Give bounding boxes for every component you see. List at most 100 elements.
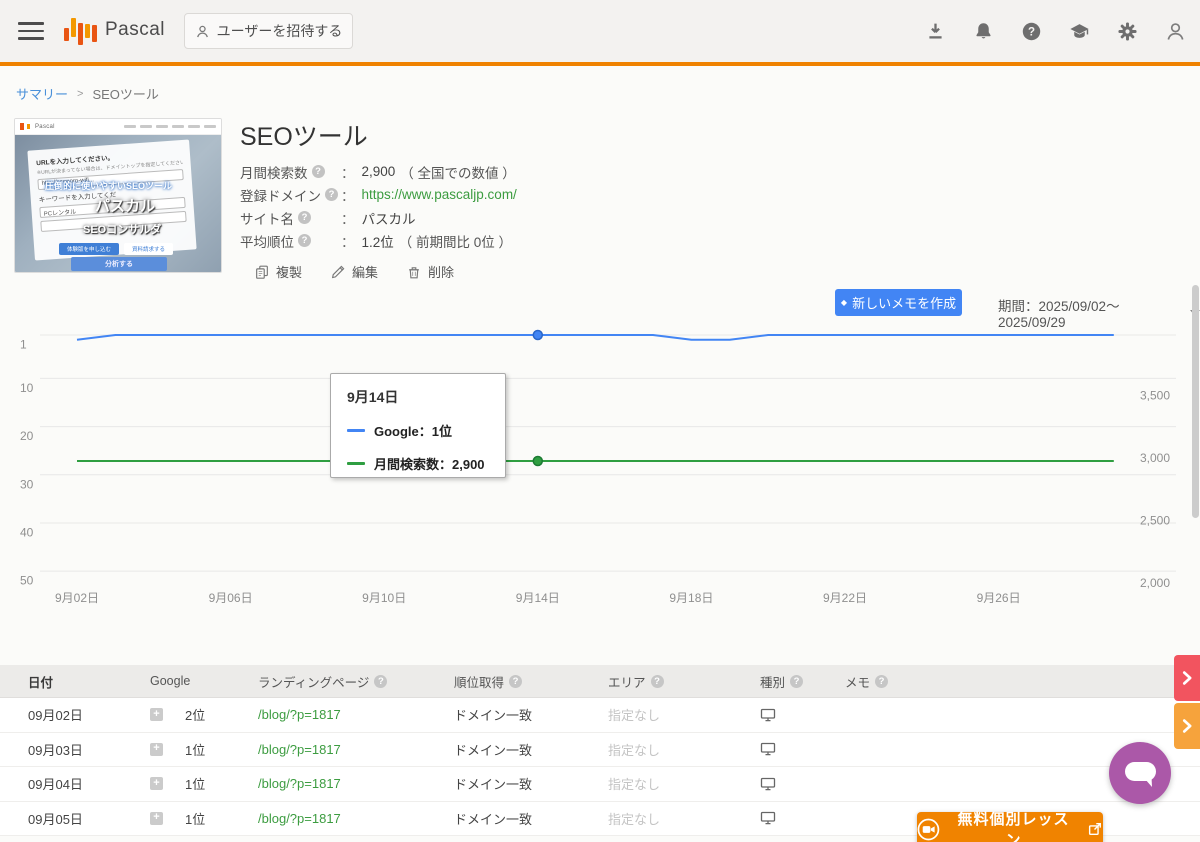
edit-label: 編集: [352, 262, 378, 281]
cell-landing-page-link[interactable]: /blog/?p=1817: [258, 733, 341, 767]
delete-button[interactable]: 削除: [406, 262, 454, 281]
detail-row: 月間検索数 ： 2,900 （ 全国での数値 ）: [240, 160, 522, 183]
scrollbar-thumb[interactable]: [1192, 285, 1199, 518]
thumb-logo-icon2: [27, 124, 30, 129]
free-lesson-button[interactable]: 無料個別レッスン: [917, 812, 1103, 842]
thumb-overlay-brand: パスカル: [95, 195, 155, 216]
edit-button[interactable]: 編集: [330, 262, 378, 281]
chart-tooltip: 9月14日 Google：1位月間検索数：2,900: [330, 373, 506, 478]
cell-device: [760, 802, 776, 836]
table-header-cell: 種別: [760, 665, 803, 697]
header-accent-bar: [0, 62, 1200, 66]
thumb-buttons: 体験版を申し込む 資料請求する: [59, 243, 173, 255]
thumb-overlay-keyword: SEOコンサルダ: [83, 221, 161, 237]
help-icon[interactable]: ?: [1021, 21, 1042, 42]
help-icon[interactable]: [298, 211, 311, 224]
thumb-overlay-title: 圧倒的に使いやすいSEOツール: [45, 179, 172, 192]
table-row: 09月04日 1位 /blog/?p=1817 ドメイン一致 指定なし: [0, 767, 1200, 802]
svg-text:9月06日: 9月06日: [209, 591, 253, 605]
bell-icon[interactable]: [973, 21, 994, 42]
svg-text:9月22日: 9月22日: [823, 591, 867, 605]
cell-rank-source: ドメイン一致: [454, 733, 532, 767]
video-icon: [917, 818, 940, 841]
expand-row-icon[interactable]: [150, 777, 163, 790]
help-icon[interactable]: [374, 675, 387, 688]
thumb-nav: [58, 125, 216, 128]
site-thumbnail[interactable]: Pascal URLを入力してください。 ※URLが決まってない場合は、ドメイン…: [14, 118, 222, 273]
svg-text:30: 30: [20, 477, 34, 491]
detail-value: 2,900: [362, 164, 396, 179]
cell-google-rank: 2位: [185, 705, 205, 724]
expand-row-icon[interactable]: [150, 743, 163, 756]
expand-row-icon[interactable]: [150, 708, 163, 721]
help-icon[interactable]: [875, 675, 888, 688]
help-icon[interactable]: [312, 165, 325, 178]
gear-icon[interactable]: [1117, 21, 1138, 42]
help-icon[interactable]: [298, 234, 311, 247]
table-header: 日付Googleランディングページ順位取得エリア種別メモ: [0, 665, 1200, 698]
svg-text:40: 40: [20, 525, 34, 539]
profile-icon[interactable]: [1165, 21, 1186, 42]
domain-link[interactable]: https://www.pascaljp.com/: [362, 187, 517, 202]
chat-bubble-button[interactable]: [1109, 742, 1171, 804]
pascal-logo[interactable]: Pascal: [64, 15, 165, 45]
thumbnail-header: Pascal: [15, 119, 221, 135]
school-icon[interactable]: [1069, 21, 1090, 42]
duplicate-button[interactable]: 複製: [254, 262, 302, 281]
thumbnail-body: URLを入力してください。 ※URLが決まってない場合は、ドメイントップを指定し…: [15, 135, 221, 273]
delete-label: 削除: [428, 262, 454, 281]
breadcrumb-current: SEOツール: [92, 84, 158, 103]
tooltip-series-text: Google：1位: [374, 421, 452, 440]
invite-user-button[interactable]: ユーザーを招待する: [184, 13, 353, 49]
help-icon[interactable]: [651, 675, 664, 688]
app-header: Pascal ユーザーを招待する ?: [0, 0, 1200, 62]
detail-row: サイト名 ： パスカル: [240, 206, 522, 229]
header-icons: ?: [925, 0, 1186, 62]
pencil-icon: [330, 264, 346, 280]
detail-label: 月間検索数: [240, 162, 308, 182]
page-title: SEOツール: [240, 117, 368, 153]
cell-google-rank: 1位: [185, 740, 205, 759]
cell-area: 指定なし: [608, 767, 660, 801]
download-icon[interactable]: [925, 21, 946, 42]
side-tab-orange[interactable]: [1174, 703, 1200, 749]
breadcrumb-summary-link[interactable]: サマリー: [16, 84, 68, 103]
help-icon[interactable]: [509, 675, 522, 688]
app: Pascal ユーザーを招待する ? サマリー > SEOツール Pascal: [0, 0, 1200, 842]
table-header-cell: Google: [150, 665, 190, 697]
tooltip-series-row: 月間検索数：2,900: [347, 454, 489, 473]
header-label: 種別: [760, 672, 785, 691]
table-header-cell: メモ: [845, 665, 888, 697]
detail-row: 登録ドメイン ： https://www.pascaljp.com/: [240, 183, 522, 206]
chevron-right-icon: [1178, 717, 1196, 735]
help-icon[interactable]: [790, 675, 803, 688]
series-color-swatch: [347, 429, 365, 432]
new-memo-button[interactable]: ◆ 新しいメモを作成: [835, 289, 962, 316]
desktop-icon: [760, 811, 776, 825]
keyword-actions: 複製 編集 削除: [254, 262, 454, 281]
invite-user-label: ユーザーを招待する: [217, 21, 343, 41]
svg-text:1: 1: [20, 338, 27, 352]
side-tab-red[interactable]: [1174, 655, 1200, 701]
cell-landing-page-link[interactable]: /blog/?p=1817: [258, 698, 341, 732]
logo-text: Pascal: [105, 19, 165, 45]
cell-area: 指定なし: [608, 802, 660, 836]
desktop-icon: [760, 742, 776, 756]
cell-area: 指定なし: [608, 698, 660, 732]
hamburger-menu-icon[interactable]: [18, 22, 44, 40]
thumb-analyze-button: 分析する: [71, 257, 167, 271]
help-icon[interactable]: [325, 188, 338, 201]
cell-landing-page-link[interactable]: /blog/?p=1817: [258, 767, 341, 801]
tooltip-series-text: 月間検索数：2,900: [374, 454, 485, 473]
header-label: 順位取得: [454, 672, 504, 691]
cell-device: [760, 733, 776, 767]
chart-canvas[interactable]: 110203040503,5003,0002,5002,0009月02日9月06…: [0, 320, 1200, 615]
expand-row-icon[interactable]: [150, 812, 163, 825]
cell-landing-page-link[interactable]: /blog/?p=1817: [258, 802, 341, 836]
header-label: メモ: [845, 672, 870, 691]
speech-bubble-icon: [1109, 742, 1171, 804]
table-header-cell: ランディングページ: [258, 665, 387, 697]
cell-date: 09月02日: [28, 698, 83, 732]
thumb-brand: Pascal: [35, 124, 55, 130]
cell-rank-source: ドメイン一致: [454, 698, 532, 732]
